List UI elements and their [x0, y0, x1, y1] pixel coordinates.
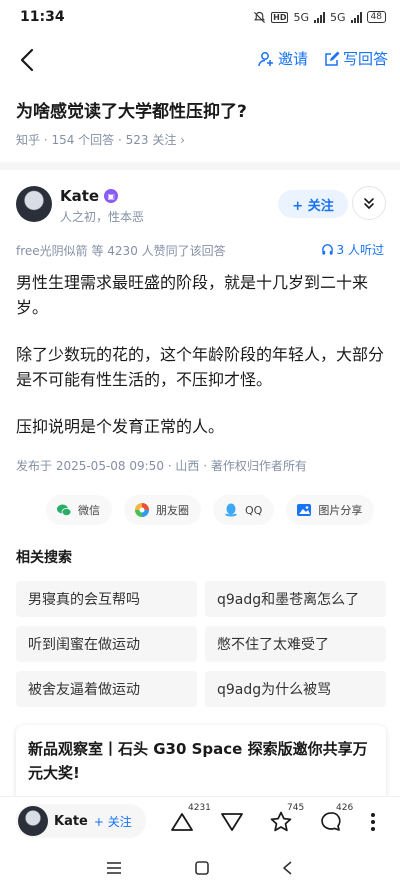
bottom-author-chip[interactable]: Kate + 关注: [16, 804, 146, 838]
double-chevron-down-icon: [364, 198, 374, 210]
upvote-summary: free光阴似箭 等 4230 人赞同了该回答: [16, 244, 226, 258]
status-bar: 11:34 HD 5G 5G 48: [0, 0, 400, 34]
author-avatar[interactable]: [16, 186, 52, 222]
downvote-triangle-icon: [221, 813, 243, 831]
share-qq-button[interactable]: QQ: [213, 495, 275, 525]
mute-bell-icon: [254, 11, 266, 23]
upvote-count: 4231: [188, 803, 211, 813]
add-person-icon: [258, 51, 273, 66]
author-name: Kate: [60, 187, 100, 205]
hd-icon: HD: [271, 11, 289, 23]
comment-icon: [321, 812, 341, 831]
promo-card[interactable]: 新品观察室丨石头 G30 Space 探索版邀你共享万元大奖!: [16, 725, 386, 805]
share-moments-label: 朋友圈: [156, 504, 189, 517]
listen-count-label: 3 人听过: [336, 243, 384, 257]
top-nav-bar: 邀请 写回答: [0, 40, 400, 80]
invite-button[interactable]: 邀请: [257, 48, 308, 69]
follow-button[interactable]: + 关注: [278, 190, 348, 218]
share-qq-label: QQ: [245, 503, 263, 517]
related-search-item[interactable]: q9adg和墨苍离怎么了: [205, 581, 386, 617]
answer-paragraph: 除了少数玩的花的，这个年龄阶段的年轻人，大部分是不可能有性生活的，不压抑才怪。: [16, 345, 385, 389]
headphones-icon: [321, 244, 333, 255]
nav-actions: 邀请 写回答: [257, 48, 388, 69]
more-button[interactable]: [352, 186, 386, 220]
wechat-icon: [57, 504, 72, 516]
write-answer-label: 写回答: [342, 50, 388, 68]
network-type-1: 5G: [293, 10, 310, 24]
listen-count[interactable]: 3 人听过: [321, 241, 384, 258]
bottom-author-avatar: [18, 806, 48, 836]
signal-icon-2: [350, 11, 362, 23]
comment-count: 426: [336, 803, 354, 813]
home-square-icon[interactable]: [194, 860, 210, 876]
question-meta[interactable]: 知乎 · 154 个回答 · 523 关注 ›: [16, 131, 185, 148]
related-search-item[interactable]: 男寝真的会互帮吗: [16, 581, 197, 617]
chevron-left-icon: [20, 48, 34, 72]
related-search-item[interactable]: 听到闺蜜在做运动: [16, 626, 197, 662]
network-type-2: 5G: [330, 10, 346, 24]
answer-paragraph: 男性生理需求最旺盛的阶段，就是十几岁到二十来岁。: [16, 273, 369, 317]
share-row: 微信 朋友圈 QQ 图片分享: [46, 495, 375, 525]
related-search-item[interactable]: 憋不住了太难受了: [205, 626, 386, 662]
share-moments-button[interactable]: 朋友圈: [124, 495, 201, 525]
bottom-follow-button[interactable]: + 关注: [94, 813, 132, 830]
share-image-button[interactable]: 图片分享: [286, 495, 375, 525]
status-icons: HD 5G 5G 48: [253, 11, 386, 24]
share-wechat-button[interactable]: 微信: [46, 495, 112, 525]
battery-icon: 48: [366, 11, 386, 23]
write-answer-button[interactable]: 写回答: [324, 48, 388, 69]
more-vertical-icon: [371, 813, 375, 831]
image-icon: [297, 504, 312, 516]
answer-paragraph: 压抑说明是个发育正常的人。: [16, 417, 225, 436]
status-time: 11:34: [20, 9, 65, 25]
author-name-wrap[interactable]: Kate ▣: [60, 187, 119, 205]
share-image-label: 图片分享: [318, 504, 363, 517]
bottom-action-bar: Kate + 关注 4231 745 426: [0, 796, 400, 844]
qq-icon: [225, 503, 237, 517]
author-bio: 人之初，性本恶: [60, 210, 145, 224]
section-divider: [0, 162, 400, 170]
favorite-count: 745: [287, 803, 305, 813]
back-triangle-icon[interactable]: [281, 860, 295, 876]
downvote-button[interactable]: [217, 807, 247, 837]
system-nav-bar: [0, 848, 400, 888]
author-badge-icon: ▣: [104, 189, 119, 203]
promo-text: 新品观察室丨石头 G30 Space 探索版邀你共享万元大奖!: [28, 740, 368, 782]
related-search-item[interactable]: 被舍友逼着做运动: [16, 671, 197, 707]
related-searches-grid: 男寝真的会互帮吗 q9adg和墨苍离怎么了 听到闺蜜在做运动 憋不住了太难受了 …: [16, 581, 386, 707]
bottom-author-name: Kate: [54, 813, 88, 829]
menu-icon[interactable]: [105, 860, 123, 876]
share-wechat-label: 微信: [78, 504, 100, 517]
star-icon: [270, 811, 292, 832]
related-searches-title: 相关搜索: [16, 550, 72, 566]
related-search-item[interactable]: q9adg为什么被骂: [205, 671, 386, 707]
edit-icon: [325, 51, 340, 66]
more-options-button[interactable]: [358, 807, 388, 837]
publish-info: 发布于 2025-05-08 09:50 · 山西 · 著作权归作者所有: [16, 459, 307, 473]
moments-icon: [135, 503, 149, 517]
question-title[interactable]: 为啥感觉读了大学都性压抑了?: [16, 100, 386, 124]
upvote-triangle-icon: [171, 813, 193, 831]
invite-label: 邀请: [277, 50, 308, 68]
author-row: Kate ▣ 人之初，性本恶 + 关注: [16, 182, 386, 228]
answer-body: 男性生理需求最旺盛的阶段，就是十几岁到二十来岁。 除了少数玩的花的，这个年龄阶段…: [16, 270, 386, 461]
signal-icon: [314, 11, 326, 23]
back-button[interactable]: [14, 46, 42, 74]
